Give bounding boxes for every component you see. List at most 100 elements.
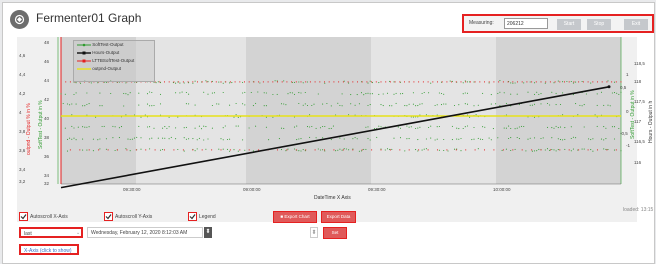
softtest-point [71,103,73,105]
export-data-button[interactable]: Export Data [321,211,356,223]
softtest-point [533,93,536,95]
softtest-point [105,81,107,83]
softtest-point [510,82,512,84]
softtest-point [497,92,499,95]
softtest-point [611,92,613,94]
r1-tick: -0,5 [620,131,628,136]
lttb-point [258,81,260,83]
softtest-point [105,148,107,150]
softtest-point [216,103,218,105]
chart-legend[interactable]: SoftTest-Output Hours-Output LTTBSoftTes… [73,40,155,82]
lttb-point [371,81,373,83]
legend-item[interactable]: LTTBSoftTest-Output [77,58,134,66]
softtest-point [564,148,566,150]
softtest-point [544,82,546,84]
softtest-point [555,125,557,127]
lttb-point [559,81,561,83]
lttb-point [521,149,523,151]
datetime-picker[interactable]: Wednesday, February 12, 2020 8:12:03 AM [87,227,203,238]
lttb-point [173,149,175,151]
softtest-point [146,126,149,128]
softtest-point [352,138,354,140]
softtest-point [354,137,356,139]
export-chart-button[interactable]: ■ Export Chart [273,211,317,223]
lttb-point [606,149,608,151]
lttb-point [441,81,443,83]
measuring-label: Measuring: [469,20,494,26]
lttb-point [135,149,137,151]
softtest-point [562,114,564,116]
legend-item[interactable]: SoftTest-Output [77,42,124,50]
softtest-point [371,93,373,95]
softtest-point [194,127,196,129]
r2-tick: 116 [634,160,642,165]
app-logo-icon [10,10,29,29]
softtest-point [430,125,432,127]
softtest-point [501,149,503,151]
lttb-point [418,149,420,151]
softtest-point [263,105,265,107]
autoscroll-x-checkbox[interactable] [19,212,28,221]
lttb-point [342,149,344,151]
x-axis-toggle[interactable]: X-Axis (click to show) [19,244,79,255]
softtest-point [293,81,296,83]
softtest-point [224,125,226,127]
softtest-point [607,148,609,151]
softtest-point [272,116,274,118]
lttb-point [493,81,495,83]
softtest-point [613,138,616,140]
softtest-point [590,149,592,151]
start-button[interactable]: Start [557,19,581,30]
legend-swatch [77,68,91,70]
lttb-point [69,81,71,83]
x-axis-link[interactable]: X-Axis (click to show) [24,248,72,254]
softtest-point [222,148,224,150]
softtest-point [438,125,440,128]
softtest-point [376,136,378,138]
stop-button[interactable]: Stop [587,19,611,30]
softtest-point [369,139,371,141]
softtest-point [482,92,484,94]
softtest-point [112,137,114,139]
lttb-point [554,81,556,83]
set-button[interactable]: Set [323,227,347,239]
softtest-point [443,138,445,141]
legend-item[interactable]: Hours-Output [77,50,119,58]
range-select[interactable]: last ⌄ [19,227,83,238]
softtest-point [129,150,131,152]
softtest-point [440,104,443,106]
measuring-input[interactable]: 206212 [504,18,548,29]
softtest-point [523,125,525,128]
exit-button[interactable]: Exit [624,19,648,30]
softtest-point [265,92,267,94]
lttb-point [446,81,448,83]
autoscroll-y-checkbox[interactable] [104,212,113,221]
legend-item[interactable]: outpnd-Output [77,66,121,74]
softtest-point [579,104,581,106]
softtest-point [490,103,492,105]
softtest-point [378,125,380,127]
softtest-point [572,148,574,150]
softtest-point [510,149,512,152]
softtest-point [531,104,533,106]
softtest-point [255,125,257,127]
softtest-point [399,93,402,95]
softtest-point [233,149,235,151]
datetime-spin-icon[interactable]: ⬍ [204,227,212,238]
softtest-point [298,150,300,152]
spinner-icon[interactable]: ⬍ [310,227,318,238]
lttb-point [117,149,118,151]
x-axis-title: DateTime X Axis [314,195,351,201]
softtest-point [181,91,183,93]
lttb-point [295,81,297,83]
softtest-point [110,92,112,95]
softtest-point [183,82,185,84]
lttb-point [338,81,340,83]
legend-checkbox[interactable] [188,212,197,221]
softtest-point [272,93,274,96]
softtest-point [365,148,367,150]
softtest-point [382,105,384,107]
lttb-point [192,149,194,151]
softtest-point [86,103,88,106]
softtest-point [242,139,244,141]
